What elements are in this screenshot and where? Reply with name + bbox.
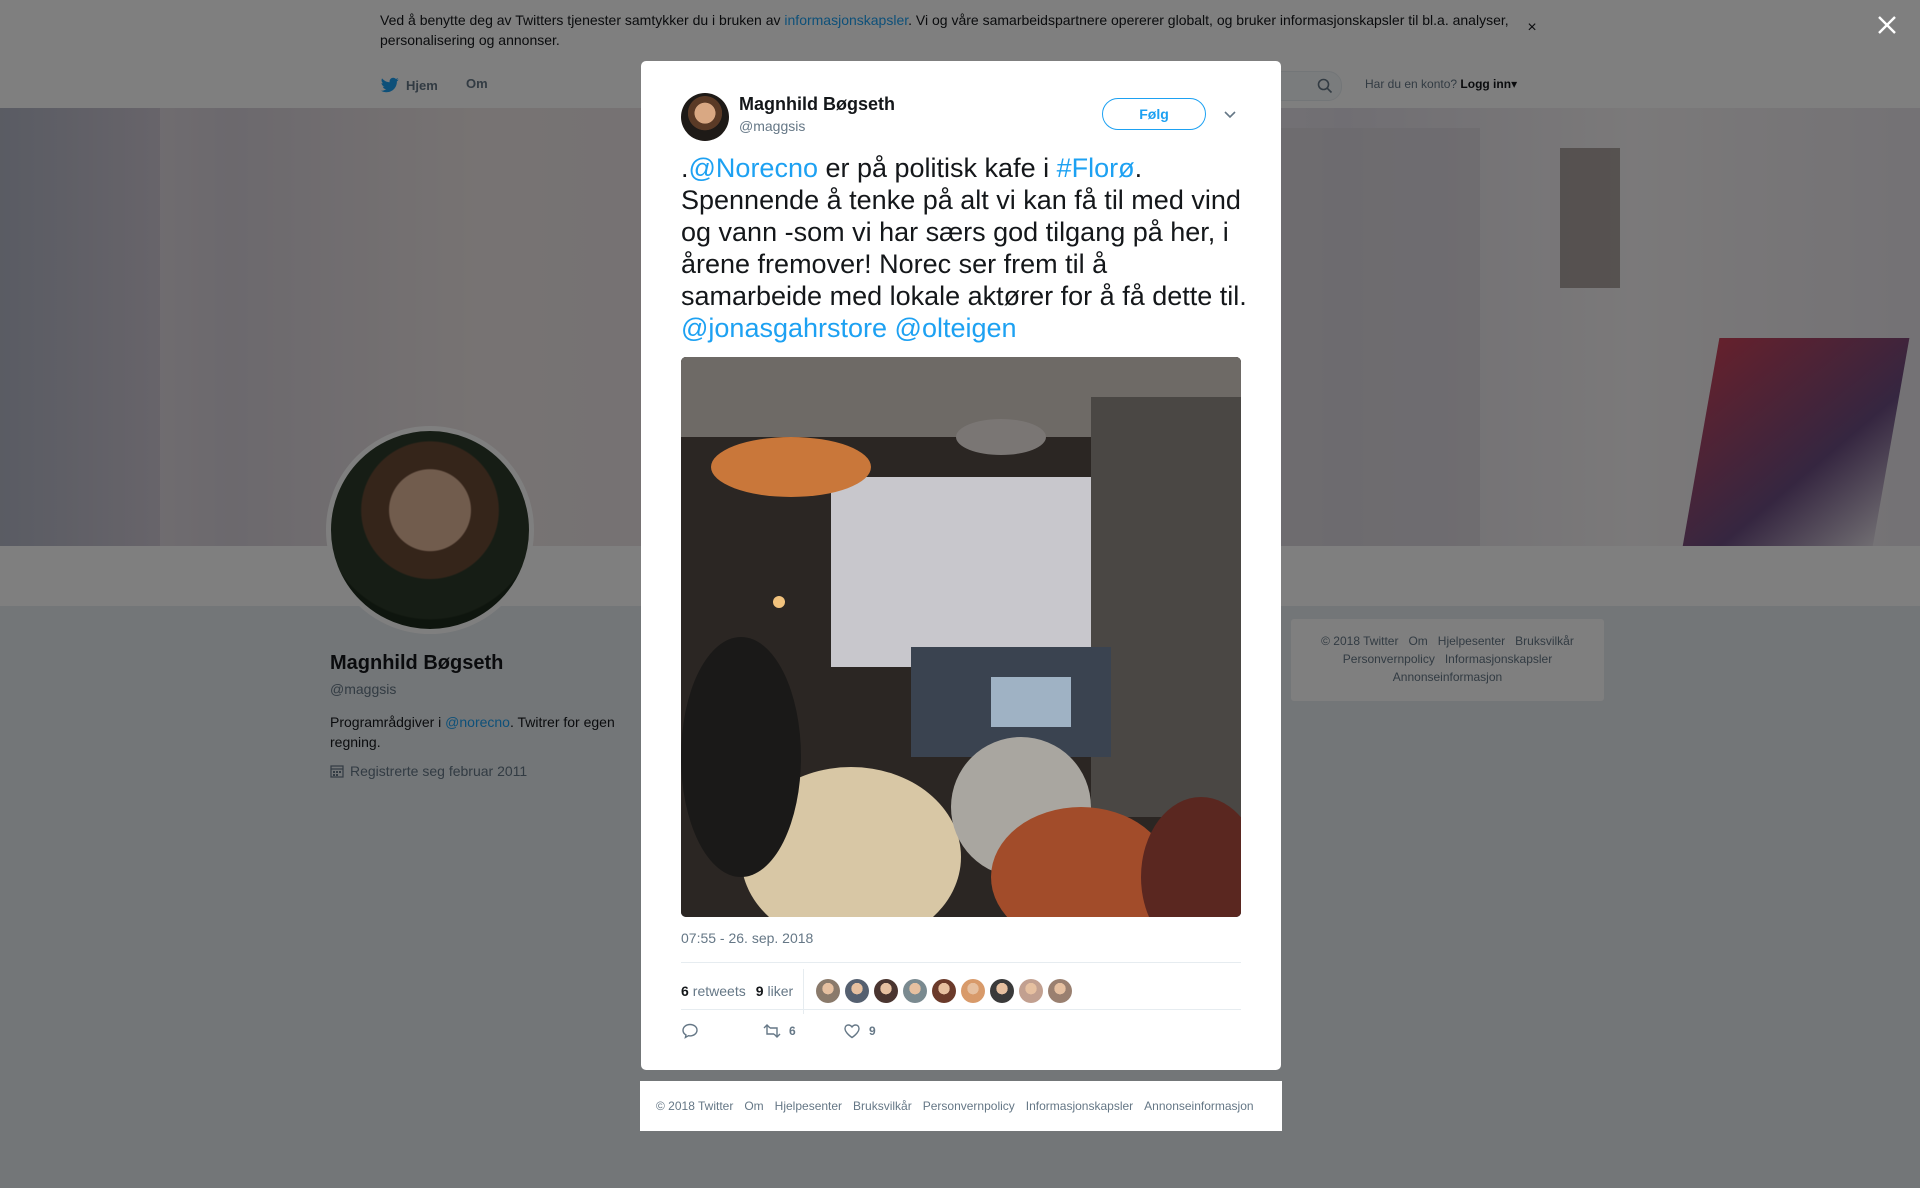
modal-footer: © 2018 Twitter Om Hjelpesenter Bruksvilk…: [640, 1081, 1282, 1131]
footer-link-privacy[interactable]: Personvernpolicy: [923, 1099, 1015, 1113]
retweets-count: 6: [681, 983, 689, 999]
liker-avatar[interactable]: [932, 979, 957, 1003]
follow-button[interactable]: Følg: [1102, 98, 1206, 130]
retweet-count: 6: [789, 1024, 796, 1038]
liker-avatar[interactable]: [903, 979, 928, 1003]
reply-button[interactable]: [681, 1022, 763, 1040]
tweet-author-handle[interactable]: @maggsis: [739, 118, 805, 134]
retweets-label: retweets: [692, 983, 746, 999]
footer-copyright: © 2018 Twitter: [656, 1099, 734, 1113]
like-count: 9: [869, 1024, 876, 1038]
tweet-photo[interactable]: [681, 357, 1241, 917]
footer-link-about[interactable]: Om: [744, 1099, 763, 1113]
divider: [681, 1009, 1241, 1010]
like-button[interactable]: 9: [843, 1022, 876, 1040]
footer-link-terms[interactable]: Bruksvilkår: [853, 1099, 912, 1113]
tweet-author-avatar[interactable]: [681, 93, 729, 141]
liker-avatar[interactable]: [816, 979, 841, 1003]
retweets-stat[interactable]: 6 retweets: [681, 983, 746, 999]
mention-link[interactable]: @Norecno: [689, 153, 818, 183]
tweet-author-name[interactable]: Magnhild Bøgseth: [739, 94, 895, 115]
retweet-icon: [763, 1024, 781, 1038]
liker-avatars: [816, 979, 1073, 1003]
liker-avatar[interactable]: [990, 979, 1015, 1003]
divider: [681, 962, 1241, 963]
likes-label: liker: [767, 983, 794, 999]
chevron-down-icon[interactable]: [1222, 106, 1238, 122]
liker-avatar[interactable]: [1048, 979, 1073, 1003]
tweet-text-part: [887, 313, 895, 343]
footer-link-ads[interactable]: Annonseinformasjon: [1144, 1099, 1253, 1113]
tweet-stats: 6 retweets 9 liker: [681, 968, 1073, 1014]
liker-avatar[interactable]: [1019, 979, 1044, 1003]
mention-link[interactable]: @olteigen: [895, 313, 1017, 343]
footer-link-cookies[interactable]: Informasjonskapsler: [1026, 1099, 1133, 1113]
tweet-text: .@Norecno er på politisk kafe i #Florø. …: [681, 152, 1251, 344]
tweet-text-part: er på politisk kafe i: [817, 153, 1057, 183]
tweet-text-part: .: [681, 153, 689, 183]
footer-link-help[interactable]: Hjelpesenter: [775, 1099, 842, 1113]
likes-stat[interactable]: 9 liker: [755, 968, 805, 1014]
likes-count: 9: [755, 983, 764, 999]
reply-icon: [682, 1023, 698, 1039]
heart-icon: [844, 1024, 860, 1039]
liker-avatar[interactable]: [961, 979, 986, 1003]
hashtag-link[interactable]: #Florø: [1057, 153, 1135, 183]
tweet-actions: 6 9: [681, 1021, 876, 1041]
mention-link[interactable]: @jonasgahrstore: [681, 313, 887, 343]
retweet-button[interactable]: 6: [763, 1022, 843, 1040]
tweet-timestamp[interactable]: 07:55 - 26. sep. 2018: [681, 930, 813, 946]
liker-avatar[interactable]: [845, 979, 870, 1003]
liker-avatar[interactable]: [874, 979, 899, 1003]
tweet-modal: Magnhild Bøgseth @maggsis Følg .@Norecno…: [641, 61, 1281, 1070]
close-icon[interactable]: [1874, 12, 1900, 38]
